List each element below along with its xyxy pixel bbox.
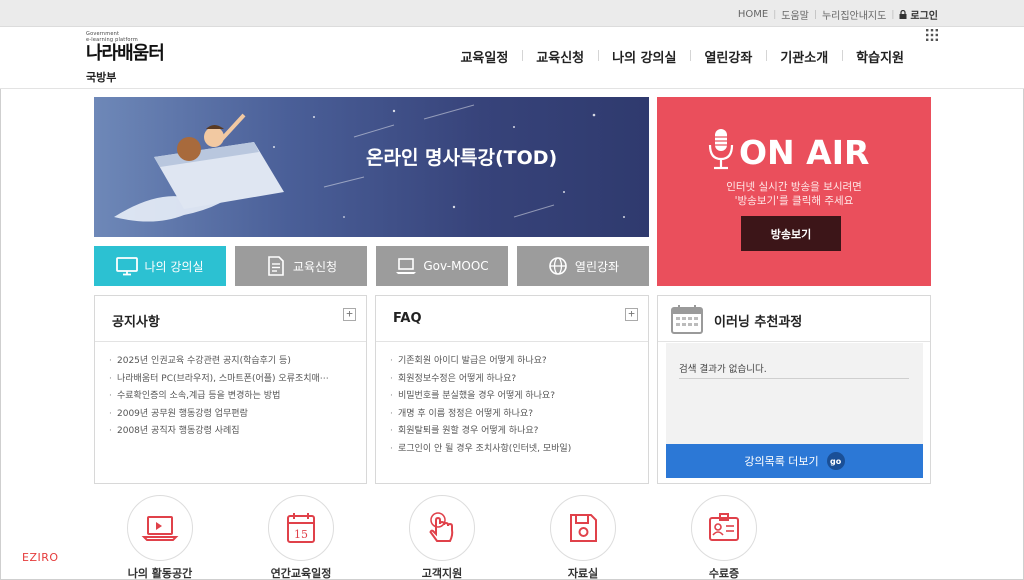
my-classroom-button[interactable]: 나의 강의실 xyxy=(94,246,226,286)
divider xyxy=(679,378,909,379)
nav-education-schedule[interactable]: 교육일정 xyxy=(446,47,522,66)
divider: | xyxy=(891,9,895,20)
site-header: Government e-learning platform 나라배움터 국방부… xyxy=(0,27,1024,89)
faq-more-button[interactable]: + xyxy=(625,308,638,321)
certificate-link[interactable]: 수료증 xyxy=(679,495,769,580)
my-activity-link[interactable]: 나의 활동공간 xyxy=(115,495,205,580)
onair-panel: ON AIR 인터넷 실시간 방송을 보시려면 '방송보기'를 클릭해 주세요 … xyxy=(657,97,931,286)
floppy-disk-icon xyxy=(570,514,597,542)
gov-mooc-label: Gov-MOOC xyxy=(423,259,489,273)
all-menu-grid-icon[interactable] xyxy=(926,29,938,41)
calendar-icon xyxy=(671,305,703,334)
recommend-results: 검색 결과가 없습니다. xyxy=(666,343,923,444)
list-item[interactable]: 기존회원 아이디 발급은 어떻게 하나요? xyxy=(390,353,640,371)
hand-pointer-icon xyxy=(429,512,454,542)
main-nav: 교육일정 교육신청 나의 강의실 열린강좌 기관소개 학습지원 xyxy=(446,47,918,66)
onair-title: ON AIR xyxy=(739,133,870,172)
open-courses-button[interactable]: 열린강좌 xyxy=(517,246,649,286)
faq-title: FAQ xyxy=(393,311,422,326)
annual-schedule-label: 연간교육일정 xyxy=(270,567,332,580)
open-courses-label: 열린강좌 xyxy=(574,259,620,274)
globe-icon xyxy=(549,257,567,275)
home-link[interactable]: HOME xyxy=(738,9,768,20)
icon-circle xyxy=(409,495,475,561)
nav-my-classroom[interactable]: 나의 강의실 xyxy=(598,47,690,66)
divider: | xyxy=(773,9,777,20)
help-link[interactable]: 도움말 xyxy=(781,7,809,22)
icon-circle xyxy=(127,495,193,561)
notices-list: 2025년 인권교육 수강관련 공지(학습후기 등) 나라배움터 PC(브라우저… xyxy=(109,353,358,441)
nav-about[interactable]: 기관소개 xyxy=(766,47,842,66)
certificate-label: 수료증 xyxy=(708,567,740,580)
organization-name: 국방부 xyxy=(86,71,117,84)
svg-text:15: 15 xyxy=(294,528,308,541)
nav-open-courses[interactable]: 열린강좌 xyxy=(690,47,766,66)
notices-title: 공지사항 xyxy=(112,315,160,330)
onair-desc-line-2: '방송보기'를 클릭해 주세요 xyxy=(734,195,854,207)
brand-watermark: EZIRO xyxy=(22,551,59,564)
site-logo[interactable]: Government e-learning platform 나라배움터 xyxy=(86,31,165,64)
sitemap-link[interactable]: 누리집안내지도 xyxy=(822,7,886,22)
list-item[interactable]: 2009년 공무원 행동강령 업무편람 xyxy=(109,406,358,424)
login-label: 로그인 xyxy=(910,11,938,22)
resources-link[interactable]: 자료실 xyxy=(538,495,628,580)
hero-banner[interactable]: 온라인 명사특강(TOD) xyxy=(94,97,649,237)
utility-bar: HOME | 도움말 | 누리집안내지도 | 로그인 xyxy=(0,0,1024,27)
calendar-icon: 15 xyxy=(287,513,315,543)
laptop-icon xyxy=(396,258,417,274)
list-item[interactable]: 나라배움터 PC(브라우저), 스마트폰(어플) 오류조치매⋯ xyxy=(109,371,358,389)
nav-education-apply[interactable]: 교육신청 xyxy=(522,47,598,66)
faq-panel: FAQ + 기존회원 아이디 발급은 어떻게 하나요? 회원정보수정은 어떻게 … xyxy=(375,295,649,484)
list-item[interactable]: 2008년 공직자 행동강령 사례집 xyxy=(109,423,358,441)
utility-links: HOME | 도움말 | 누리집안내지도 | 로그인 xyxy=(738,7,938,22)
monitor-icon xyxy=(116,257,139,276)
icon-circle xyxy=(691,495,757,561)
logo-name: 나라배움터 xyxy=(86,43,165,64)
my-classroom-label: 나의 강의실 xyxy=(144,259,204,274)
login-link[interactable]: 로그인 xyxy=(899,7,938,22)
list-item[interactable]: 로그인이 안 될 경우 조치사항(인터넷, 모바일) xyxy=(390,441,640,459)
notices-more-button[interactable]: + xyxy=(343,308,356,321)
more-courses-label: 강의목록 더보기 xyxy=(744,455,819,468)
onair-desc-line-1: 인터넷 실시간 방송을 보시려면 xyxy=(726,181,862,193)
recommend-header: 이러닝 추천과정 xyxy=(658,296,930,342)
onair-description: 인터넷 실시간 방송을 보시려면 '방송보기'를 클릭해 주세요 xyxy=(657,180,931,208)
annual-schedule-link[interactable]: 15 연간교육일정 xyxy=(256,495,346,580)
my-activity-label: 나의 활동공간 xyxy=(127,567,193,580)
banner-title: 온라인 명사특강(TOD) xyxy=(366,147,558,169)
more-courses-button[interactable]: 강의목록 더보기 go xyxy=(666,444,923,478)
notices-header: 공지사항 + xyxy=(95,296,366,342)
education-apply-label: 교육신청 xyxy=(292,259,338,274)
icon-circle xyxy=(550,495,616,561)
gov-mooc-button[interactable]: Gov-MOOC xyxy=(376,246,508,286)
laptop-icon xyxy=(141,516,179,541)
microphone-icon xyxy=(708,129,734,170)
lock-icon xyxy=(899,10,907,19)
certificate-icon xyxy=(709,513,739,541)
customer-support-label: 고객지원 xyxy=(421,567,463,580)
notices-panel: 공지사항 + 2025년 인권교육 수강관련 공지(학습후기 등) 나라배움터 … xyxy=(94,295,367,484)
no-results-text: 검색 결과가 없습니다. xyxy=(679,364,767,375)
nav-learning-support[interactable]: 학습지원 xyxy=(842,47,918,66)
list-item[interactable]: 개명 후 이름 정정은 어떻게 하나요? xyxy=(390,406,640,424)
list-item[interactable]: 비밀번호를 분실했을 경우 어떻게 하나요? xyxy=(390,388,640,406)
list-item[interactable]: 회원탈퇴를 원할 경우 어떻게 하나요? xyxy=(390,423,640,441)
faq-list: 기존회원 아이디 발급은 어떻게 하나요? 회원정보수정은 어떻게 하나요? 비… xyxy=(390,353,640,458)
icon-circle: 15 xyxy=(268,495,334,561)
list-item[interactable]: 수료확인증의 소속,계급 등을 변경하는 방법 xyxy=(109,388,358,406)
watch-broadcast-button[interactable]: 방송보기 xyxy=(741,216,841,251)
go-badge: go xyxy=(826,452,845,470)
faq-header: FAQ + xyxy=(376,296,648,342)
divider: | xyxy=(813,9,817,20)
document-icon xyxy=(268,256,284,276)
resources-label: 자료실 xyxy=(567,567,599,580)
education-apply-button[interactable]: 교육신청 xyxy=(235,246,367,286)
recommend-title: 이러닝 추천과정 xyxy=(714,315,803,330)
customer-support-link[interactable]: 고객지원 xyxy=(397,495,487,580)
list-item[interactable]: 회원정보수정은 어떻게 하나요? xyxy=(390,371,640,389)
list-item[interactable]: 2025년 인권교육 수강관련 공지(학습후기 등) xyxy=(109,353,358,371)
recommended-courses-panel: 이러닝 추천과정 검색 결과가 없습니다. 강의목록 더보기 go xyxy=(657,295,931,484)
